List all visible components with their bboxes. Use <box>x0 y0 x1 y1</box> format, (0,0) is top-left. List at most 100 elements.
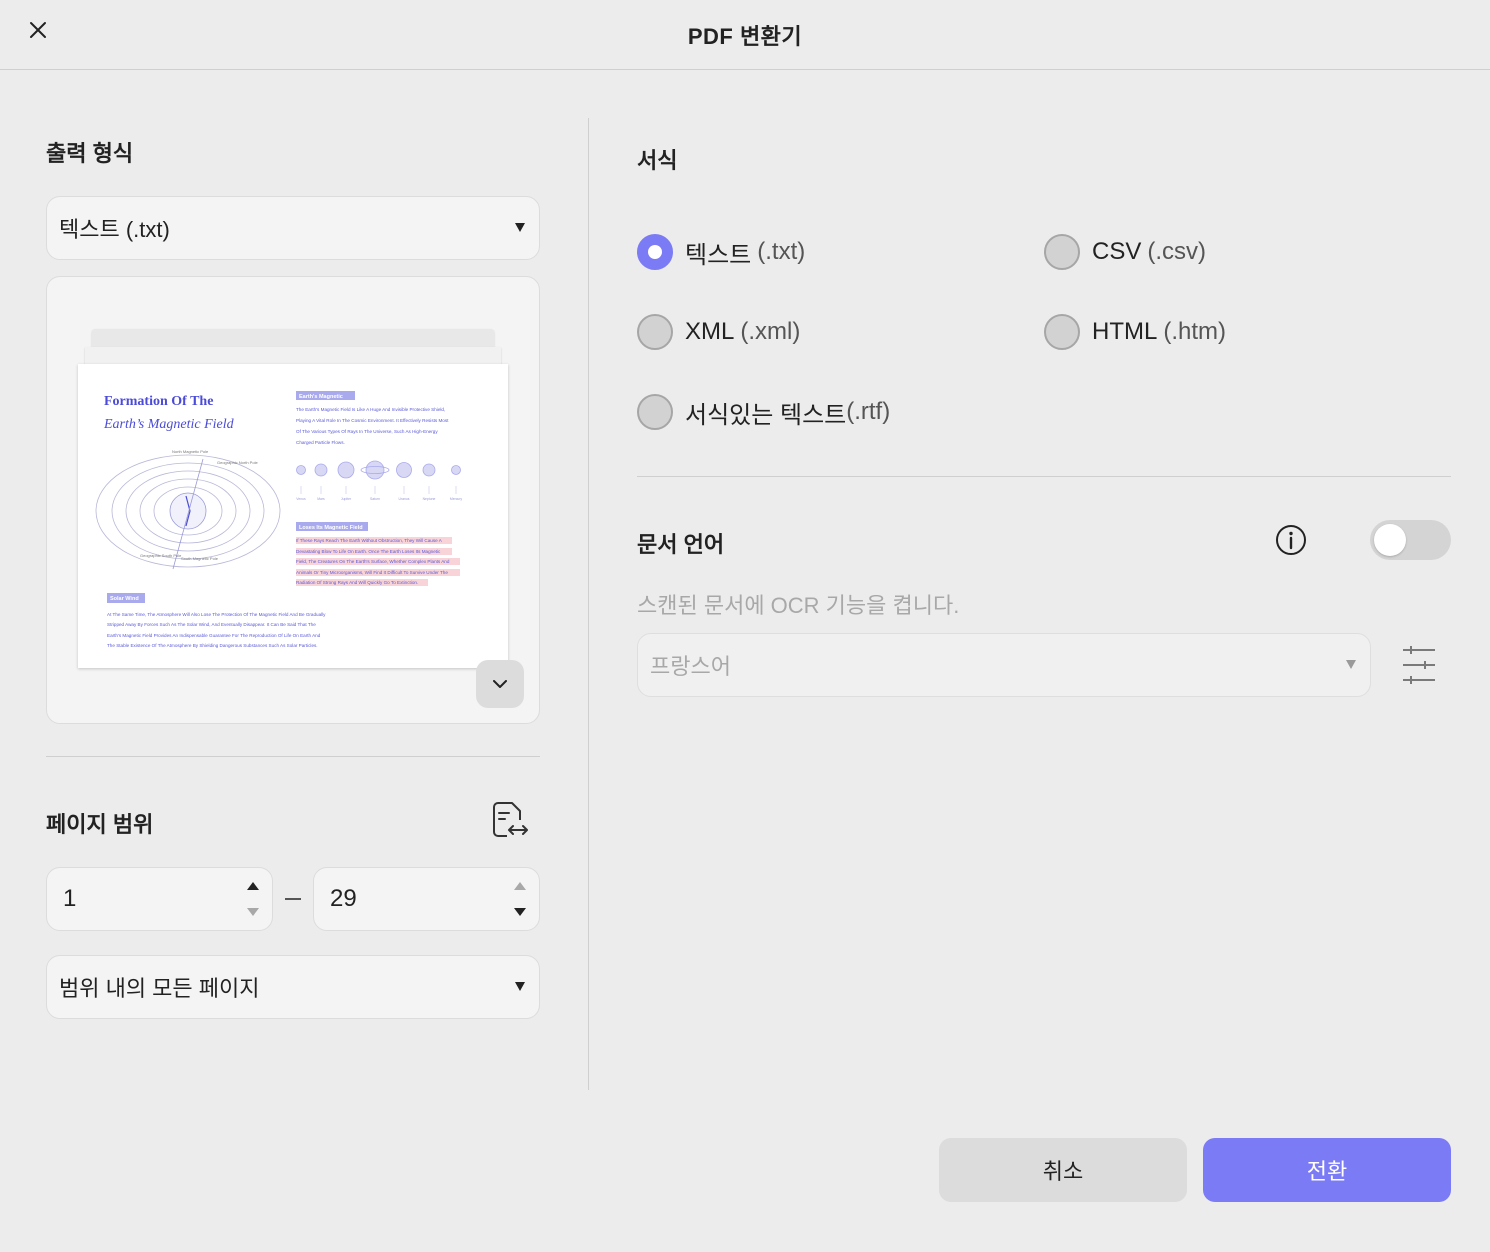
format-option-txt[interactable]: 텍스트 (.txt) <box>637 234 805 270</box>
svg-text:Playing A Vital Role In The Co: Playing A Vital Role In The Cosmic Envir… <box>296 418 449 423</box>
language-select[interactable]: 프랑스어 <box>637 633 1371 697</box>
svg-text:The Stable Existence Of The At: The Stable Existence Of The Atmosphere B… <box>107 643 318 648</box>
toggle-knob <box>1374 524 1406 556</box>
svg-text:Devastating Blow To Life On Ea: Devastating Blow To Life On Earth. Once … <box>296 549 441 554</box>
format-label: 텍스트 <box>685 241 752 269</box>
format-ext: (.csv) <box>1147 238 1207 265</box>
preview-page: Formation Of The Earth’s Magnetic Field … <box>78 364 508 668</box>
divider <box>637 476 1451 477</box>
expand-preview-button[interactable] <box>476 660 524 708</box>
format-label: HTML <box>1092 318 1158 345</box>
sliders-icon <box>1403 646 1435 684</box>
range-to-value: 29 <box>330 885 357 912</box>
paragraph-magnetic: The Earth's Magnetic Field Is Like A Hug… <box>296 407 449 445</box>
svg-text:Stripped Away By Forces Such A: Stripped Away By Forces Such As The Sola… <box>107 622 316 627</box>
info-icon <box>1276 525 1306 555</box>
svg-text:Radiation Of Strong Rays And W: Radiation Of Strong Rays And Will Quickl… <box>296 580 418 585</box>
svg-text:If These Rays Reach The Earth: If These Rays Reach The Earth Without Ob… <box>296 538 443 543</box>
ocr-settings-button[interactable] <box>1401 645 1437 685</box>
divider <box>46 756 540 757</box>
radio-unchecked-icon[interactable] <box>637 394 673 430</box>
range-from-input[interactable]: 1 <box>46 867 273 931</box>
format-label: XML <box>685 318 735 345</box>
radio-unchecked-icon[interactable] <box>637 314 673 350</box>
convert-button[interactable]: 전환 <box>1203 1138 1451 1202</box>
stepper-up-icon[interactable] <box>514 882 526 890</box>
format-title: 서식 <box>637 148 678 173</box>
format-option-html[interactable]: HTML (.htm) <box>1044 314 1226 350</box>
svg-text:Venus: Venus <box>296 497 306 501</box>
svg-text:Mars: Mars <box>317 497 325 501</box>
magnetic-field-diagram <box>95 454 281 570</box>
svg-text:The Earth's Magnetic Field Is: The Earth's Magnetic Field Is Like A Hug… <box>296 407 445 412</box>
format-ext: (.xml) <box>740 318 801 345</box>
page-subset-select[interactable]: 범위 내의 모든 페이지 <box>46 955 540 1019</box>
svg-text:Saturn: Saturn <box>370 497 380 501</box>
preview-doc-title: Formation Of The <box>104 394 213 409</box>
planet-row <box>296 460 461 480</box>
dropdown-arrow-icon <box>515 982 525 991</box>
radio-unchecked-icon[interactable] <box>1044 234 1080 270</box>
format-ext: (.rtf) <box>846 398 891 425</box>
tag-loses-magnetic: Loses Its Magnetic Field <box>299 525 363 531</box>
planet-labels: Venus Mars Jupiter Saturn Uranus Neptune… <box>296 497 462 501</box>
range-separator <box>285 898 301 900</box>
svg-text:Animals Or Tiny Microorganisms: Animals Or Tiny Microorganisms, Will Fin… <box>296 570 448 575</box>
chevron-down-icon <box>493 679 507 688</box>
paragraph-loses: If These Rays Reach The Earth Without Ob… <box>296 538 450 585</box>
format-ext: (.htm) <box>1163 318 1227 345</box>
stepper-up-icon[interactable] <box>247 882 259 890</box>
preview-doc-subtitle: Earth’s Magnetic Field <box>103 417 235 432</box>
svg-text:Charged Particle Flows.: Charged Particle Flows. <box>296 440 345 445</box>
output-format-value: 텍스트 (.txt) <box>59 217 170 242</box>
page-swap-icon <box>493 802 528 837</box>
range-from-value: 1 <box>63 885 77 912</box>
ocr-hint: 스캔된 문서에 OCR 기능을 켭니다. <box>637 593 960 618</box>
radio-unchecked-icon[interactable] <box>1044 314 1080 350</box>
format-ext: (.txt) <box>757 238 806 265</box>
label-south-magnetic: South Magnetic Pole <box>181 556 219 561</box>
stepper-down-icon[interactable] <box>247 908 259 916</box>
info-button[interactable] <box>1275 524 1307 556</box>
page-range-swap-button[interactable] <box>489 800 531 842</box>
label-geo-south: Geographic South Pole <box>140 553 182 558</box>
page-subset-value: 범위 내의 모든 페이지 <box>59 976 260 1001</box>
format-option-rtf[interactable]: 서식있는 텍스트 (.rtf) <box>637 394 890 430</box>
format-option-xml[interactable]: XML (.xml) <box>637 314 800 350</box>
svg-text:Earth's Magnetic Field Provide: Earth's Magnetic Field Provides An Indis… <box>107 633 321 638</box>
svg-text:Field, The Creatures On The Ea: Field, The Creatures On The Earth's Surf… <box>296 559 450 564</box>
svg-text:Uranus: Uranus <box>399 497 410 501</box>
format-label: 서식있는 텍스트 <box>685 401 847 429</box>
svg-text:Mercury: Mercury <box>450 497 463 501</box>
label-geo-north: Geographic North Pole <box>217 460 258 465</box>
svg-text:Jupiter: Jupiter <box>341 497 352 501</box>
dropdown-arrow-icon <box>515 223 525 232</box>
preview-page-content: Formation Of The Earth’s Magnetic Field … <box>95 391 462 648</box>
doc-language-title: 문서 언어 <box>637 532 725 557</box>
radio-checked-icon[interactable] <box>637 234 673 270</box>
label-north-magnetic: North Magnetic Pole <box>172 449 209 454</box>
svg-text:Of The Various Types Of Rays I: Of The Various Types Of Rays In The Univ… <box>296 429 438 434</box>
page-range-title: 페이지 범위 <box>46 812 154 837</box>
output-format-title: 출력 형식 <box>46 141 134 166</box>
ocr-toggle[interactable] <box>1370 520 1451 560</box>
cancel-button[interactable]: 취소 <box>939 1138 1187 1202</box>
range-from-stepper[interactable] <box>246 882 260 916</box>
document-preview: Formation Of The Earth’s Magnetic Field … <box>46 276 540 724</box>
tag-earths-magnetic: Earth's Magnetic <box>299 394 343 400</box>
range-to-input[interactable]: 29 <box>313 867 540 931</box>
format-option-csv[interactable]: CSV (.csv) <box>1044 234 1206 270</box>
language-value: 프랑스어 <box>650 654 731 679</box>
svg-text:At The Same Time, The Atmosphe: At The Same Time, The Atmosphere Will Al… <box>107 612 326 617</box>
format-label: CSV <box>1092 238 1142 265</box>
range-to-stepper[interactable] <box>513 882 527 916</box>
output-format-select[interactable]: 텍스트 (.txt) <box>46 196 540 260</box>
dropdown-arrow-icon <box>1346 660 1356 669</box>
panel-divider <box>588 118 589 1090</box>
paragraph-solar: At The Same Time, The Atmosphere Will Al… <box>107 612 326 648</box>
svg-text:Neptune: Neptune <box>423 497 436 501</box>
stepper-down-icon[interactable] <box>514 908 526 916</box>
title-bar: PDF 변환기 <box>0 0 1490 70</box>
tag-solar-wind: Solar Wind <box>110 596 139 602</box>
window-title: PDF 변환기 <box>687 24 803 49</box>
